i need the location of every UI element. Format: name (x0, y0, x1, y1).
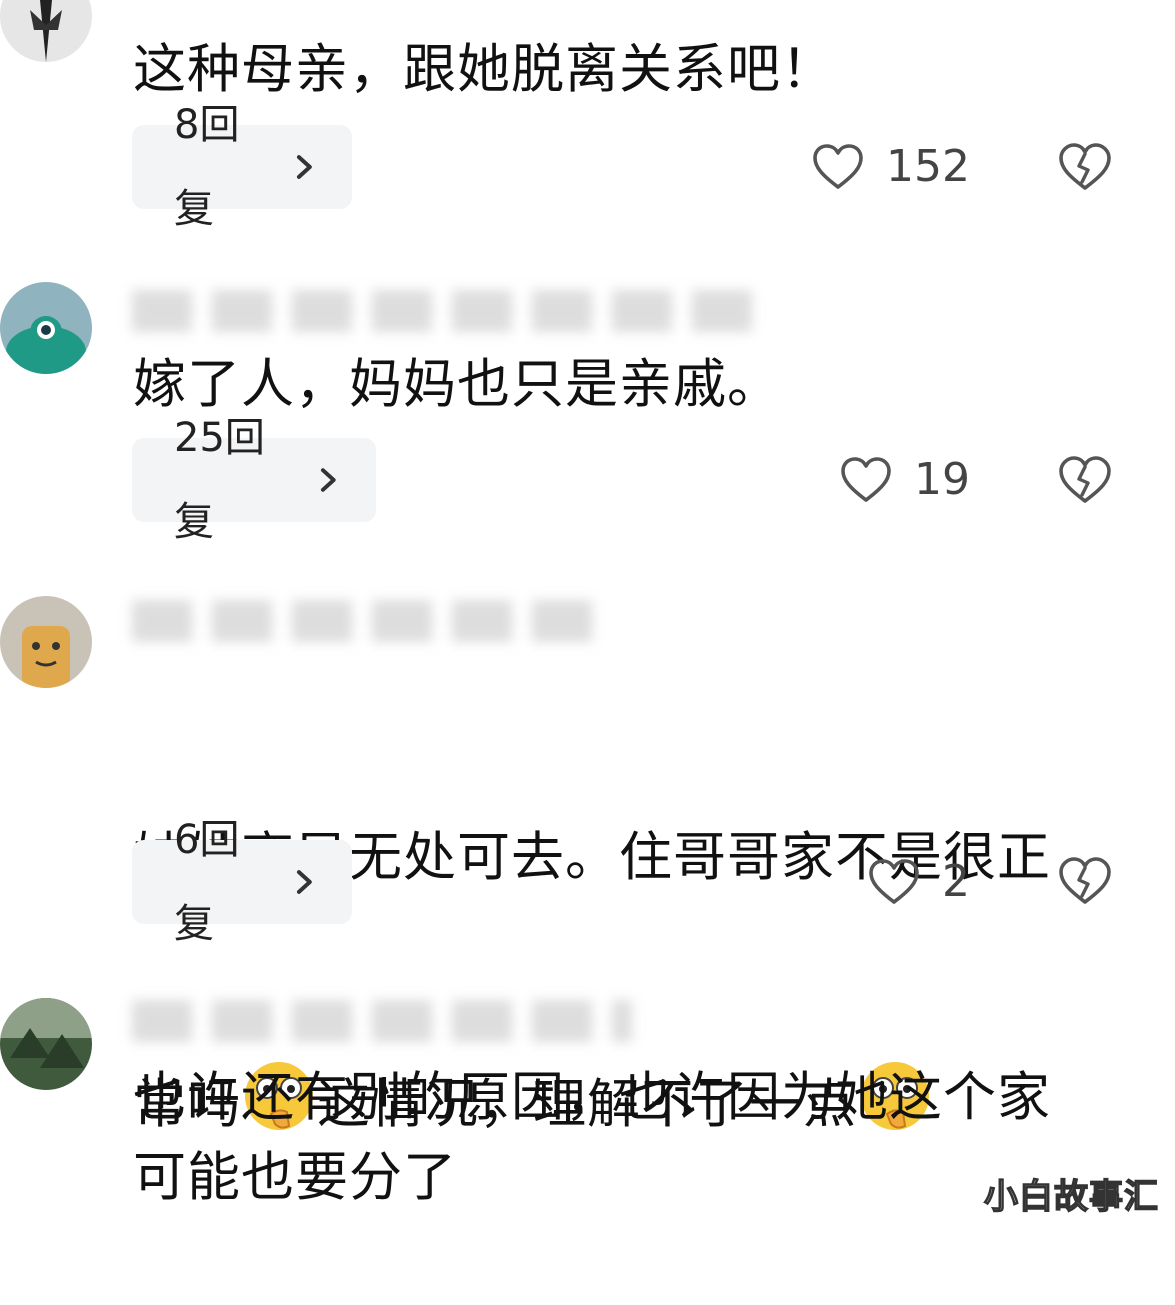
avatar[interactable] (0, 596, 92, 688)
chevron-right-icon (297, 870, 313, 894)
avatar[interactable] (0, 998, 92, 1090)
username[interactable] (132, 1000, 632, 1042)
reply-button[interactable]: 8回复 (132, 102, 352, 232)
broken-heart-icon[interactable] (1058, 142, 1112, 192)
reply-button[interactable]: 25回复 (132, 415, 376, 545)
heart-icon (869, 859, 919, 904)
like-count: 152 (886, 141, 970, 192)
like-count: 2 (942, 856, 970, 907)
like-count: 19 (914, 454, 970, 505)
heart-icon (841, 457, 891, 502)
reply-button[interactable]: 6回复 (132, 817, 352, 947)
like-button[interactable]: 19 (790, 438, 970, 522)
chevron-right-icon (321, 468, 337, 492)
like-button[interactable]: 152 (790, 125, 970, 209)
reply-count: 8回复 (174, 102, 240, 232)
reply-count: 6回复 (174, 817, 240, 947)
username[interactable] (132, 290, 752, 332)
avatar[interactable] (0, 0, 92, 62)
like-button[interactable]: 2 (790, 840, 970, 924)
broken-heart-icon[interactable] (1058, 455, 1112, 505)
watermark: 小白故事汇 (983, 1176, 1159, 1217)
avatar[interactable] (0, 282, 92, 374)
heart-icon (813, 144, 863, 189)
broken-heart-icon[interactable] (1058, 856, 1112, 906)
reply-count: 25回复 (174, 415, 265, 545)
username[interactable] (132, 600, 612, 642)
comment-text: 也许还有别的原因，也许因为她这个家 可能也要分了 (133, 1067, 1051, 1208)
chevron-right-icon (297, 155, 313, 179)
comment-text: 这种母亲，跟她脱离关系吧！ (133, 39, 835, 100)
